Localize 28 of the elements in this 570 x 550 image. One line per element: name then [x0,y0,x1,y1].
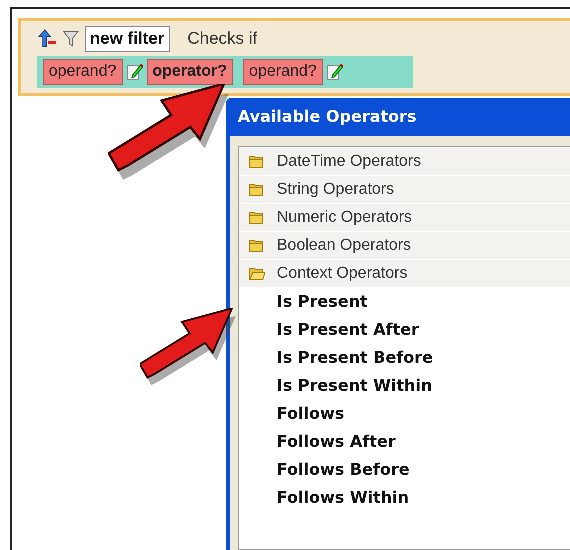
operator-item[interactable]: Is Present Before [277,346,434,370]
folder-icon [249,182,265,196]
open-folder-icon [249,266,265,280]
operator-item[interactable]: Is Present [277,290,368,314]
dialog-title: Available Operators [237,106,418,128]
move-up-icon[interactable] [37,29,57,49]
folder-icon [249,238,265,252]
category-item[interactable]: Numeric Operators [239,204,570,232]
category-item[interactable]: String Operators [239,176,570,204]
category-item[interactable]: Boolean Operators [239,232,570,260]
filter-name[interactable]: new filter [85,26,170,52]
category-item[interactable]: DateTime Operators [239,148,570,176]
operator-item[interactable]: Follows [277,402,345,426]
operator-item[interactable]: Follows Before [277,458,410,482]
note-pencil-icon[interactable] [126,63,143,81]
operator-item[interactable]: Follows After [277,430,396,454]
operator-item[interactable]: Is Present After [277,318,420,342]
operator-item[interactable]: Follows Within [277,486,410,510]
operator-item[interactable]: Is Present Within [277,374,433,398]
funnel-icon[interactable] [63,30,79,48]
operator-chip[interactable]: operator? [146,59,234,85]
folder-icon [249,210,265,224]
operand-chip[interactable]: operand? [43,59,123,85]
category-item[interactable]: Context Operators [239,260,570,288]
operand-chip[interactable]: operand? [243,59,323,85]
note-pencil-icon[interactable] [326,63,343,81]
filter-description: Checks if [188,28,258,50]
folder-icon [249,154,265,168]
